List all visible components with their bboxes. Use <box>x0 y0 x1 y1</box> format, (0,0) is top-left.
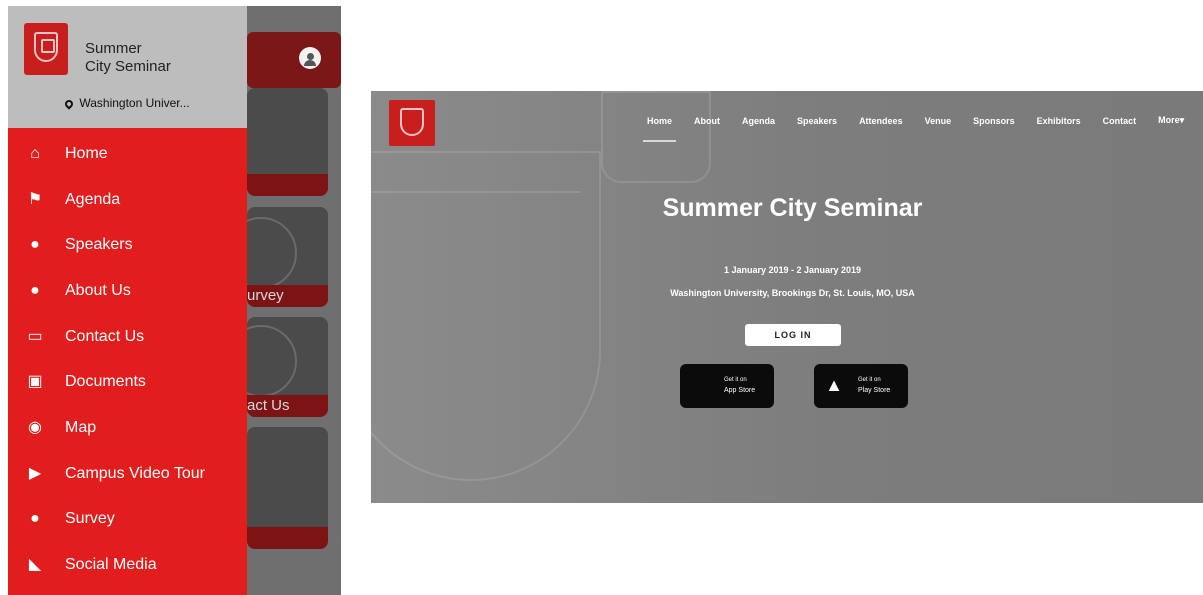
menu-item-label: Contact Us <box>65 327 145 345</box>
crest-watermark <box>601 91 711 183</box>
nav-agenda[interactable]: Agenda <box>742 116 775 126</box>
navigation-drawer: Summer City Seminar Washington Univer...… <box>8 6 247 595</box>
tile-label: act Us <box>247 397 290 414</box>
login-button[interactable]: LOG IN <box>745 324 841 346</box>
map-pin-icon <box>63 98 76 110</box>
app-title: Summer City Seminar <box>85 40 171 76</box>
nav-attendees[interactable]: Attendees <box>859 116 903 126</box>
menu-item-about-us[interactable]: ● About Us <box>8 268 247 314</box>
menu-item-home[interactable]: ⌂ Home <box>8 131 247 177</box>
menu-item-survey[interactable]: ● Survey <box>8 497 247 543</box>
menu-item-speakers[interactable]: ● Speakers <box>8 222 247 268</box>
apple-icon <box>690 374 710 396</box>
chat-icon: ● <box>30 281 40 299</box>
dashboard-tile-survey[interactable]: urvey <box>247 207 328 307</box>
map-pin-icon: ◉ <box>28 418 42 436</box>
menu-item-social-media[interactable]: ◣ Social Media <box>8 542 247 588</box>
desktop-website: Home About Agenda Speakers Attendees Ven… <box>371 91 1203 503</box>
page-title: Summer City Seminar <box>662 194 923 222</box>
event-address: Washington University, Brookings Dr, St.… <box>670 288 915 298</box>
pdf-icon: ▣ <box>27 373 43 391</box>
users-icon: ● <box>30 236 40 254</box>
chevron-down-icon: ▾ <box>1179 115 1185 125</box>
menu-item-label: Agenda <box>65 190 121 208</box>
menu-item-documents[interactable]: ▣ Documents <box>8 359 247 405</box>
nav-sponsors[interactable]: Sponsors <box>973 116 1015 126</box>
dashboard-tile-contact[interactable]: act Us <box>247 317 328 417</box>
tile-label: urvey <box>247 287 284 304</box>
store-caption: Get it on <box>858 377 881 383</box>
menu-item-label: Campus Video Tour <box>65 464 205 482</box>
menu-item-label: Map <box>65 418 97 436</box>
store-name: App Store <box>724 387 756 394</box>
menu-item-agenda[interactable]: ⚑ Agenda <box>8 177 247 223</box>
mobile-top-bar <box>247 32 341 88</box>
crest-watermark-line <box>371 191 581 193</box>
drawer-header: Summer City Seminar Washington Univer... <box>8 6 247 128</box>
nav-home[interactable]: Home <box>642 116 677 142</box>
store-name: Play Store <box>858 387 891 394</box>
app-logo <box>24 23 68 75</box>
nav-more[interactable]: More▾ <box>1158 115 1184 126</box>
menu-item-campus-video-tour[interactable]: ▶ Campus Video Tour <box>8 451 247 497</box>
screenshot-composite: urvey act Us Summer City Seminar Washing… <box>0 0 1203 595</box>
event-dates: 1 January 2019 - 2 January 2019 <box>723 265 862 275</box>
nav-contact[interactable]: Contact <box>1103 116 1137 126</box>
nav-speakers[interactable]: Speakers <box>797 116 837 126</box>
dashboard-tile[interactable] <box>247 88 328 196</box>
menu-item-label: Social Media <box>65 556 157 574</box>
chat-icon: ● <box>30 510 40 528</box>
app-store-button[interactable]: Get it on App Store <box>680 364 774 408</box>
store-caption: Get it on <box>724 377 747 383</box>
nav-about[interactable]: About <box>694 116 720 126</box>
nav-more-label: More <box>1158 115 1180 125</box>
drawer-menu: ⌂ Home ⚑ Agenda ● Speakers ● About Us ▭ <box>8 131 247 588</box>
site-logo[interactable] <box>389 100 435 146</box>
event-location: Washington Univer... <box>8 96 247 110</box>
rss-icon: ◣ <box>28 556 42 574</box>
menu-item-label: Survey <box>65 510 115 528</box>
flag-icon: ⚑ <box>27 190 43 208</box>
app-title-line2: City Seminar <box>85 58 171 75</box>
dashboard-tile[interactable] <box>247 427 328 549</box>
play-icon: ▶ <box>28 464 42 482</box>
mobile-app: urvey act Us Summer City Seminar Washing… <box>8 6 341 595</box>
home-icon: ⌂ <box>30 144 40 162</box>
profile-icon[interactable] <box>299 47 321 69</box>
menu-item-map[interactable]: ◉ Map <box>8 405 247 451</box>
top-navigation: Home About Agenda Speakers Attendees Ven… <box>642 115 1184 142</box>
menu-item-label: Home <box>65 144 108 162</box>
menu-item-contact-us[interactable]: ▭ Contact Us <box>8 314 247 360</box>
play-store-button[interactable]: ▲ Get it on Play Store <box>814 364 908 408</box>
android-icon: ▲ <box>825 375 843 395</box>
menu-item-label: Documents <box>65 373 146 391</box>
nav-venue[interactable]: Venue <box>925 116 952 126</box>
app-title-line1: Summer <box>85 40 142 57</box>
menu-item-label: Speakers <box>65 236 133 254</box>
inbox-icon: ▭ <box>27 327 43 345</box>
location-text: Washington Univer... <box>79 96 190 110</box>
nav-exhibitors[interactable]: Exhibitors <box>1037 116 1081 126</box>
menu-item-label: About Us <box>65 281 131 299</box>
